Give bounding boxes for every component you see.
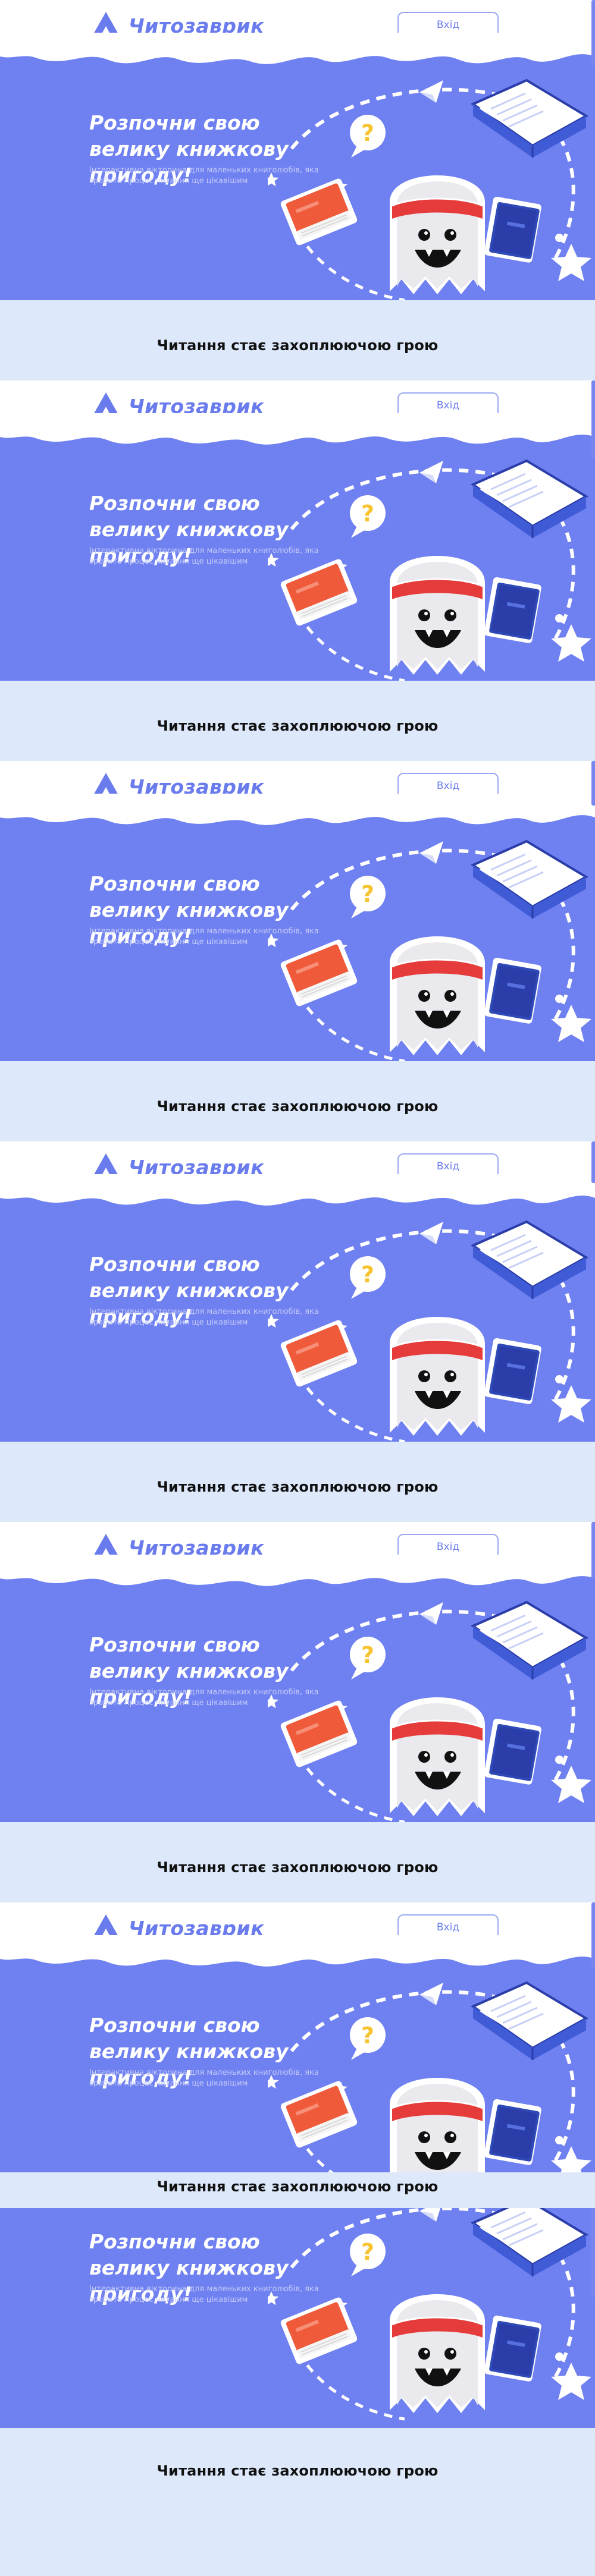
- scrollbar-thumb[interactable]: [591, 2208, 595, 2297]
- hero-section: Розпочни свою велику книжкову пригоду! І…: [0, 422, 595, 681]
- landing-frame-4: Читозаврик Вхід Розпочни свою велику кни…: [0, 1141, 595, 1522]
- hero-section: Розпочни свою велику книжкову пригоду! І…: [0, 42, 595, 300]
- scrollbar-thumb[interactable]: [591, 761, 595, 806]
- landing-frame-1: Читозаврик Вхід Розпочни свою велику кни…: [0, 0, 595, 380]
- tagline: Читання стає захоплюючою грою: [156, 337, 439, 354]
- tagline-band: Читання стає захоплюючою грою: [0, 2428, 595, 2501]
- scrollbar-thumb[interactable]: [591, 1522, 595, 1578]
- tagline: Читання стає захоплюючою грою: [156, 718, 439, 734]
- landing-frame-5: Читозаврик Вхід Розпочни свою велику кни…: [0, 1522, 595, 1902]
- landing-frame-2: Читозаврик Вхід Розпочни свою велику кни…: [0, 380, 595, 761]
- hero-illustration: [268, 65, 595, 315]
- landing-frame-3: Читозаврик Вхід Розпочни свою велику кни…: [0, 761, 595, 1141]
- tagline: Читання стає захоплюючою грою: [156, 2178, 439, 2195]
- tagline: Читання стає захоплюючою грою: [156, 1479, 439, 1495]
- hero-illustration: [268, 1207, 595, 1457]
- tagline-band: Читання стає захоплюючою грою: [0, 300, 595, 380]
- scrollbar-thumb[interactable]: [591, 0, 595, 65]
- hero-section: Розпочни свою велику книжкову пригоду! І…: [0, 803, 595, 1061]
- hero-section: Розпочни свою велику книжкову пригоду! І…: [0, 1564, 595, 1822]
- tagline-band: Читання стає захоплюючою грою: [0, 1442, 595, 1522]
- tagline-band: Читання стає захоплюючою грою: [0, 2172, 595, 2208]
- hero-illustration: [268, 446, 595, 696]
- hero-section: Розпочни свою велику книжкову пригоду! І…: [0, 2208, 595, 2428]
- tagline-band: Читання стає захоплюючою грою: [0, 1822, 595, 1902]
- landing-frame-6: Читозаврик Вхід Розпочни свою велику кни…: [0, 1902, 595, 2208]
- tagline-band: Читання стає захоплюючою грою: [0, 1061, 595, 1141]
- tagline: Читання стає захоплюючою грою: [156, 1098, 439, 1115]
- scrollbar-thumb[interactable]: [591, 1141, 595, 1183]
- hero-section: Розпочни свою велику книжкову пригоду! І…: [0, 1183, 595, 1442]
- scrollbar-thumb[interactable]: [591, 1902, 595, 1968]
- tagline: Читання стає захоплюючою грою: [156, 2462, 439, 2479]
- hero-illustration: [268, 1587, 595, 1837]
- tagline-band: Читання стає захоплюючою грою: [0, 681, 595, 761]
- hero-section: Розпочни свою велику книжкову пригоду! І…: [0, 1944, 595, 2172]
- tagline: Читання стає захоплюючою грою: [156, 1859, 439, 1876]
- hero-illustration: [268, 2208, 595, 2434]
- scrollbar-thumb[interactable]: [591, 380, 595, 458]
- landing-frame-7: Розпочни свою велику книжкову пригоду! І…: [0, 2208, 595, 2501]
- hero-illustration: [268, 826, 595, 1076]
